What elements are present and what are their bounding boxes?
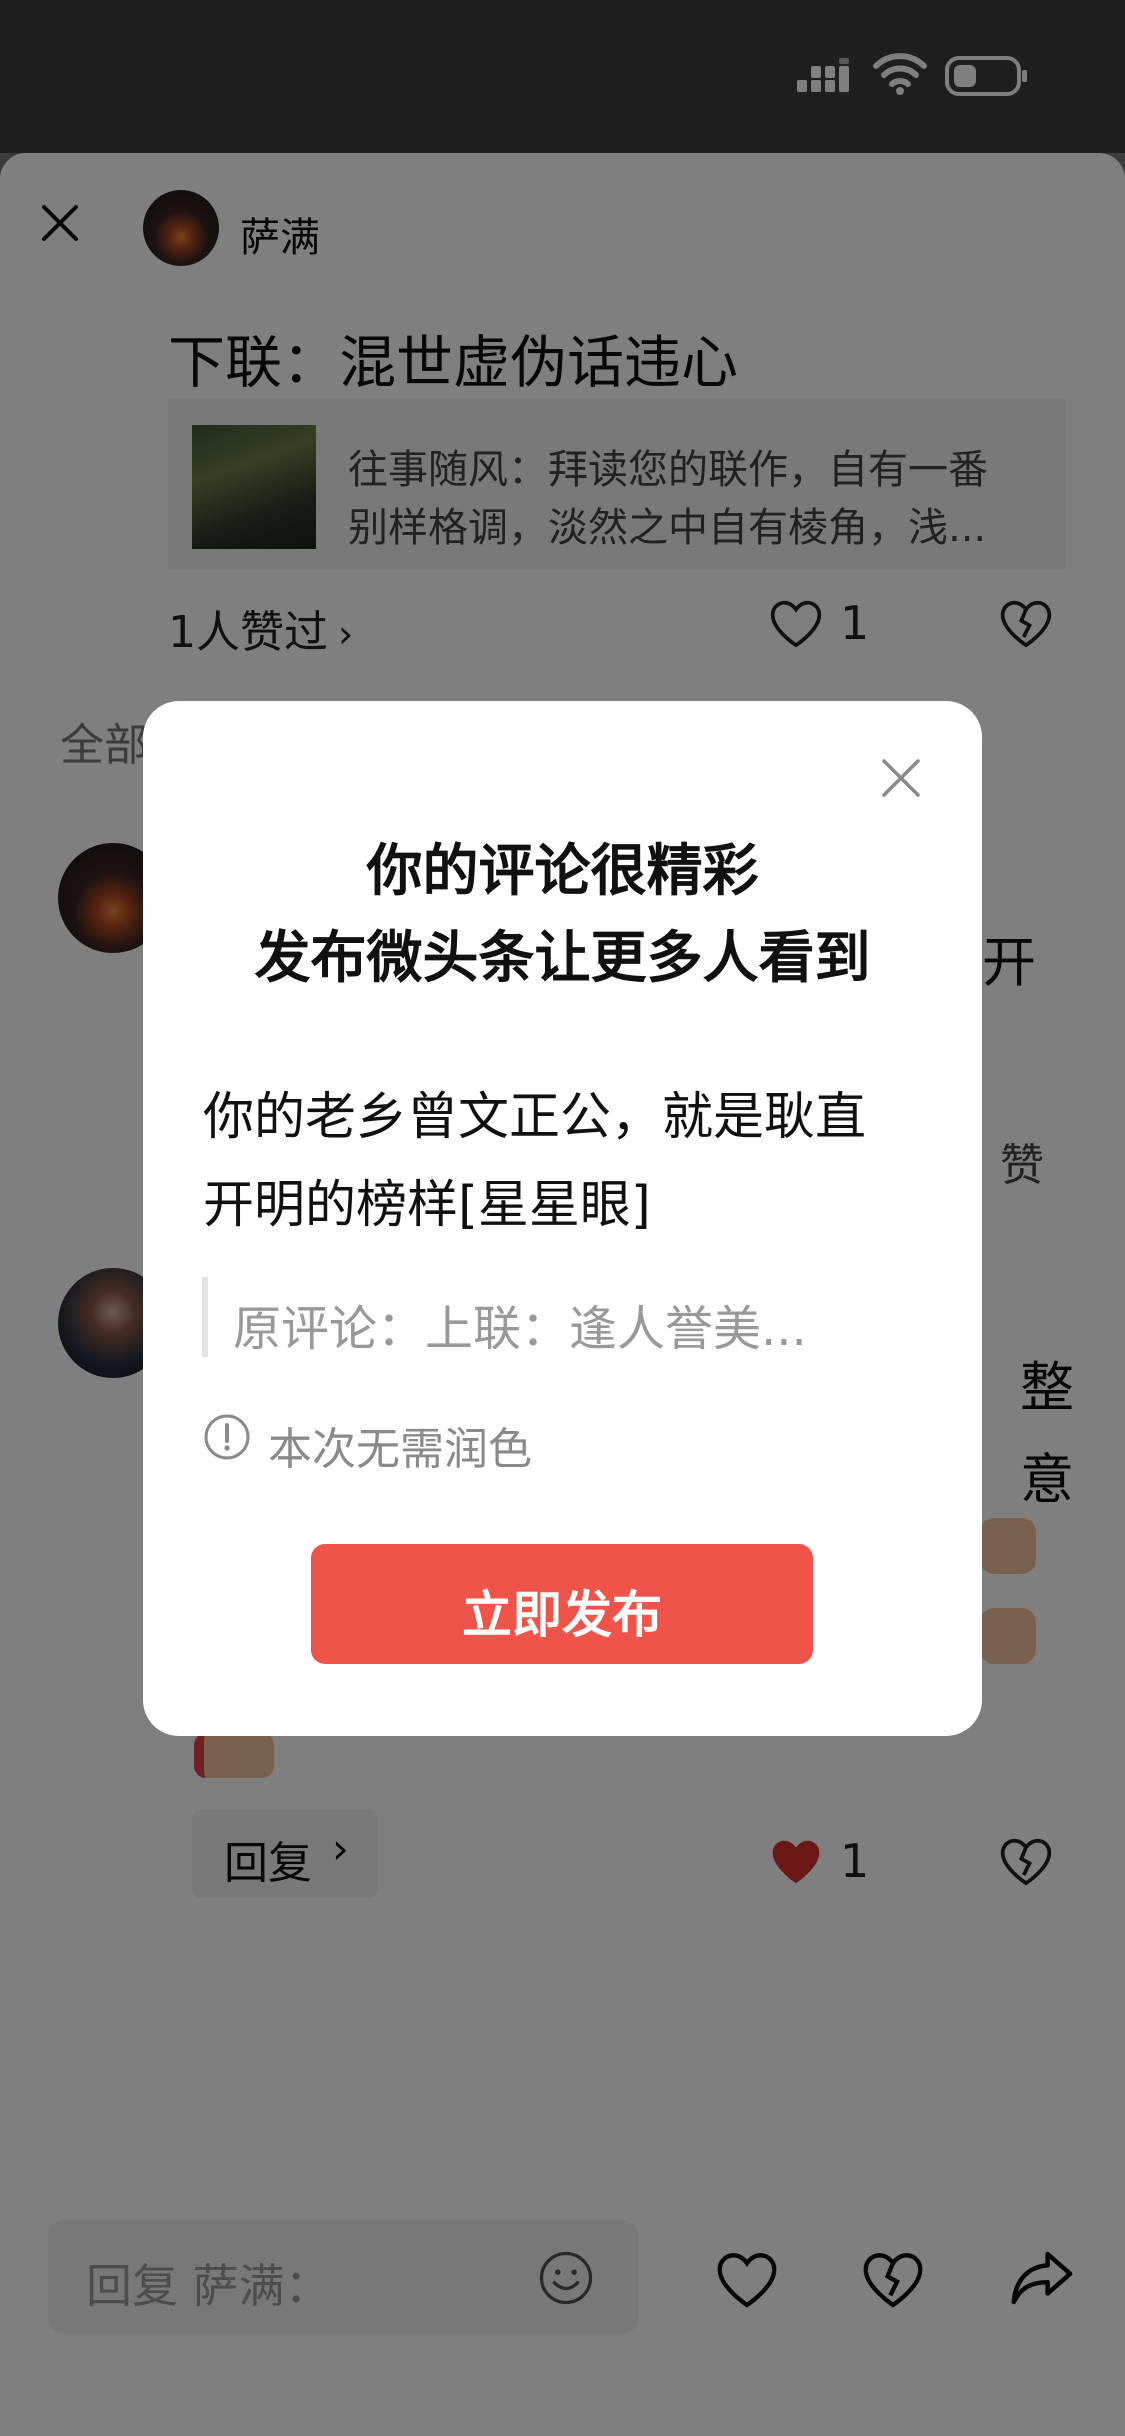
publish-dialog: 你的评论很精彩 发布微头条让更多人看到 你的老乡曾文正公，就是耿直 开明的榜样[…: [143, 701, 982, 1736]
quote-bar: [202, 1277, 208, 1357]
publish-button-label: 立即发布: [462, 1586, 662, 1644]
publish-button[interactable]: 立即发布: [311, 1544, 813, 1664]
notice-text: 本次无需润色: [268, 1424, 532, 1475]
dialog-title-line-1: 你的评论很精彩: [366, 839, 759, 904]
dialog-title-line-2: 发布微头条让更多人看到: [254, 926, 871, 991]
info-icon: [204, 1414, 250, 1460]
original-comment: 原评论：上联：逢人誉美...: [233, 1301, 807, 1357]
dialog-body-line-1: 你的老乡曾文正公，就是耿直: [203, 1088, 867, 1147]
dialog-body-line-2: 开明的榜样[星星眼]: [203, 1176, 651, 1235]
close-icon[interactable]: [880, 757, 922, 799]
